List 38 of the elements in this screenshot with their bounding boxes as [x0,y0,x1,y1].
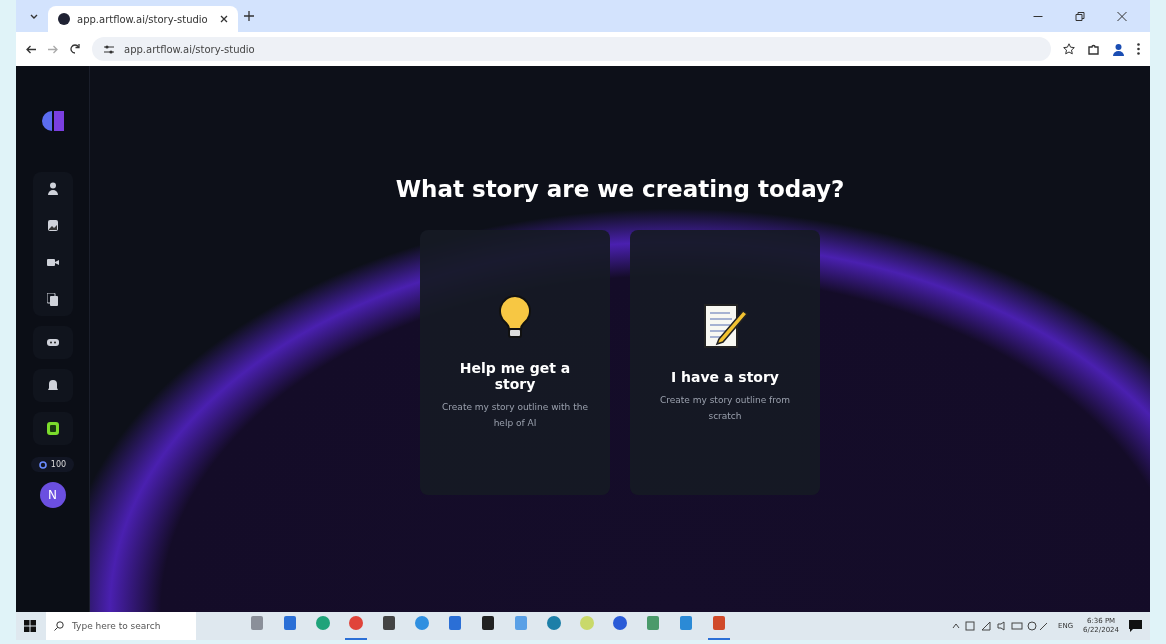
site-settings-icon[interactable] [104,44,114,54]
address-bar[interactable]: app.artflow.ai/story-studio [92,37,1051,61]
url-text: app.artflow.ai/story-studio [124,43,255,55]
taskbar-search-field[interactable]: Type here to search [46,612,196,640]
light-bulb-icon [498,294,532,341]
reload-icon[interactable] [70,44,80,54]
rounded-square-icon[interactable] [46,422,59,435]
copy-icon[interactable] [46,293,59,306]
star-icon[interactable] [1063,43,1075,55]
option-card[interactable]: I have a story Create my story outline from scratch [630,230,820,495]
notification-icon[interactable] [1129,620,1142,632]
card-title: Help me get a story [458,360,572,393]
back-icon[interactable] [26,44,36,54]
user-avatar[interactable]: N [39,482,66,508]
page-heading: What story are we creating today? [395,176,845,202]
user-icon[interactable] [46,182,59,195]
logo-icon[interactable] [39,110,66,132]
close-tab-icon[interactable] [220,15,228,23]
windows-start-icon[interactable] [24,620,36,632]
ring-icon [38,460,47,469]
search-icon [54,621,64,631]
credits-badge[interactable]: 100 [30,457,75,472]
video-icon[interactable] [46,256,59,269]
new-tab-icon[interactable] [244,11,254,21]
gamepad-icon[interactable] [46,336,59,349]
profile-icon[interactable] [1112,42,1125,56]
option-card[interactable]: Help me get a story Create my story outline with the help of AI [420,230,610,495]
card-description: Create my story outline from scratch [658,394,792,423]
site-icon [58,13,70,25]
menu-icon[interactable] [1137,43,1140,55]
tray-icons-drawing[interactable] [952,621,1048,631]
puzzle-icon[interactable] [1087,42,1100,56]
card-title: I have a story [671,369,779,386]
browser-tab[interactable]: app.artflow.ai/story-studio [48,6,238,32]
bell-icon[interactable] [46,379,59,392]
card-description: Create my story outline with the help of AI [441,401,589,430]
memo-icon [701,301,749,350]
image-icon[interactable] [46,219,59,232]
